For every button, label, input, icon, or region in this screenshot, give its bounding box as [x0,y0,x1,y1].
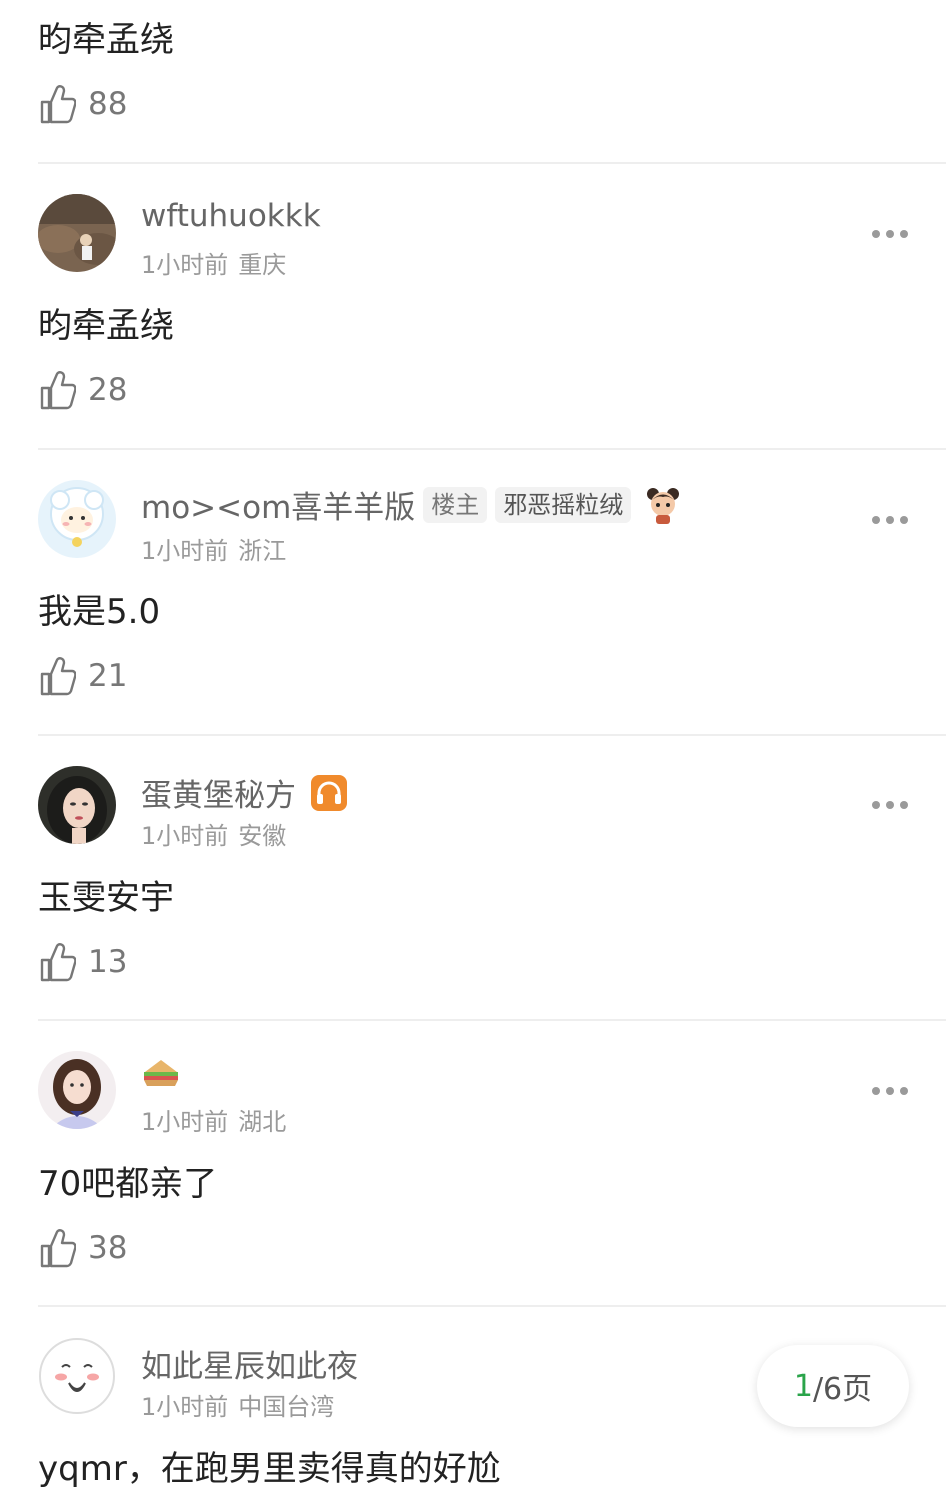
avatar[interactable] [38,1337,116,1415]
username-text: mo><om喜羊羊版 [141,490,416,526]
rocky-landscape-avatar [38,194,116,272]
thumbs-up-icon [40,1229,76,1268]
dot-icon [900,1087,908,1095]
divider [38,162,946,164]
comment-meta: 1小时前 浙江 [141,531,286,566]
dot-icon [886,1087,894,1095]
like-count: 28 [88,372,128,408]
woman-portrait-avatar [38,766,116,844]
thumbs-up-icon [40,371,76,410]
comment-time: 1小时前 [141,1108,229,1136]
username-text: 蛋黄堡秘方 [141,778,296,814]
dot-icon [886,230,894,238]
like-button[interactable]: 28 [40,370,127,410]
username[interactable]: 蛋黄堡秘方 [141,770,348,815]
more-options-button[interactable] [866,510,914,530]
more-options-button[interactable] [866,1081,914,1101]
girl-photo-avatar [38,1051,116,1129]
more-options-button[interactable] [866,224,914,244]
headphones-badge-icon [310,774,348,812]
sandwich-icon [141,1056,181,1098]
total-pages: /6页 [812,1372,873,1407]
comment-content: 70吧都亲了 [38,1164,218,1204]
like-button[interactable]: 13 [40,942,127,982]
like-button[interactable]: 21 [40,656,127,696]
dot-icon [900,516,908,524]
thumbs-up-icon [40,657,76,696]
divider [38,1019,946,1021]
dot-icon [872,230,880,238]
like-count: 38 [88,1230,128,1266]
thumbs-up-icon [40,85,76,124]
comment-location: 重庆 [238,251,287,279]
comment-location: 安徽 [238,822,287,850]
comment-content: 我是5.0 [38,592,161,632]
comment-meta: 1小时前 重庆 [141,245,286,280]
sheep-cartoon-avatar [38,480,116,558]
avatar[interactable] [38,194,116,272]
comment-location: 中国台湾 [238,1393,335,1421]
dot-icon [872,516,880,524]
username[interactable]: 如此星辰如此夜 [141,1341,358,1386]
like-count: 21 [88,658,128,694]
dot-icon [900,801,908,809]
like-button[interactable]: 88 [40,84,127,124]
more-options-button[interactable] [866,795,914,815]
avatar[interactable] [38,1051,116,1129]
comment-content: yqmr，在跑男里卖得真的好尬 [38,1449,501,1489]
comment-time: 1小时前 [141,251,229,279]
like-count: 13 [88,944,128,980]
comment-location: 湖北 [238,1108,287,1136]
like-count: 88 [88,86,128,122]
comment-content: 昀牵孟绕 [38,20,174,60]
dot-icon [886,801,894,809]
dot-icon [872,1087,880,1095]
page-indicator-button[interactable]: 1/6页 [757,1345,909,1427]
divider [38,448,946,450]
comment-content: 昀牵孟绕 [38,306,174,346]
dot-icon [872,801,880,809]
comment-time: 1小时前 [141,822,229,850]
username[interactable]: wftuhuokkk [141,198,321,234]
divider [38,734,946,736]
avatar[interactable] [38,480,116,558]
current-page: 1 [793,1368,813,1404]
comment-time: 1小时前 [141,1393,229,1421]
comment-meta: 1小时前 中国台湾 [141,1387,334,1422]
host-badge: 楼主 [423,486,488,523]
thumbs-up-icon [40,943,76,982]
tag-badge[interactable]: 邪恶摇粒绒 [495,486,632,523]
comment-location: 浙江 [238,537,287,565]
like-button[interactable]: 38 [40,1228,127,1268]
comment-time: 1小时前 [141,537,229,565]
username[interactable] [141,1056,181,1098]
girl-emoji-icon [643,485,683,525]
comment-content: 玉雯安宇 [38,878,174,918]
dot-icon [900,230,908,238]
comment-meta: 1小时前 湖北 [141,1102,286,1137]
blushing-cartoon-avatar [38,1337,116,1415]
comment-meta: 1小时前 安徽 [141,816,286,851]
dot-icon [886,516,894,524]
divider [38,1305,946,1307]
avatar[interactable] [38,766,116,844]
username[interactable]: mo><om喜羊羊版 楼主 邪恶摇粒绒 [141,482,683,527]
